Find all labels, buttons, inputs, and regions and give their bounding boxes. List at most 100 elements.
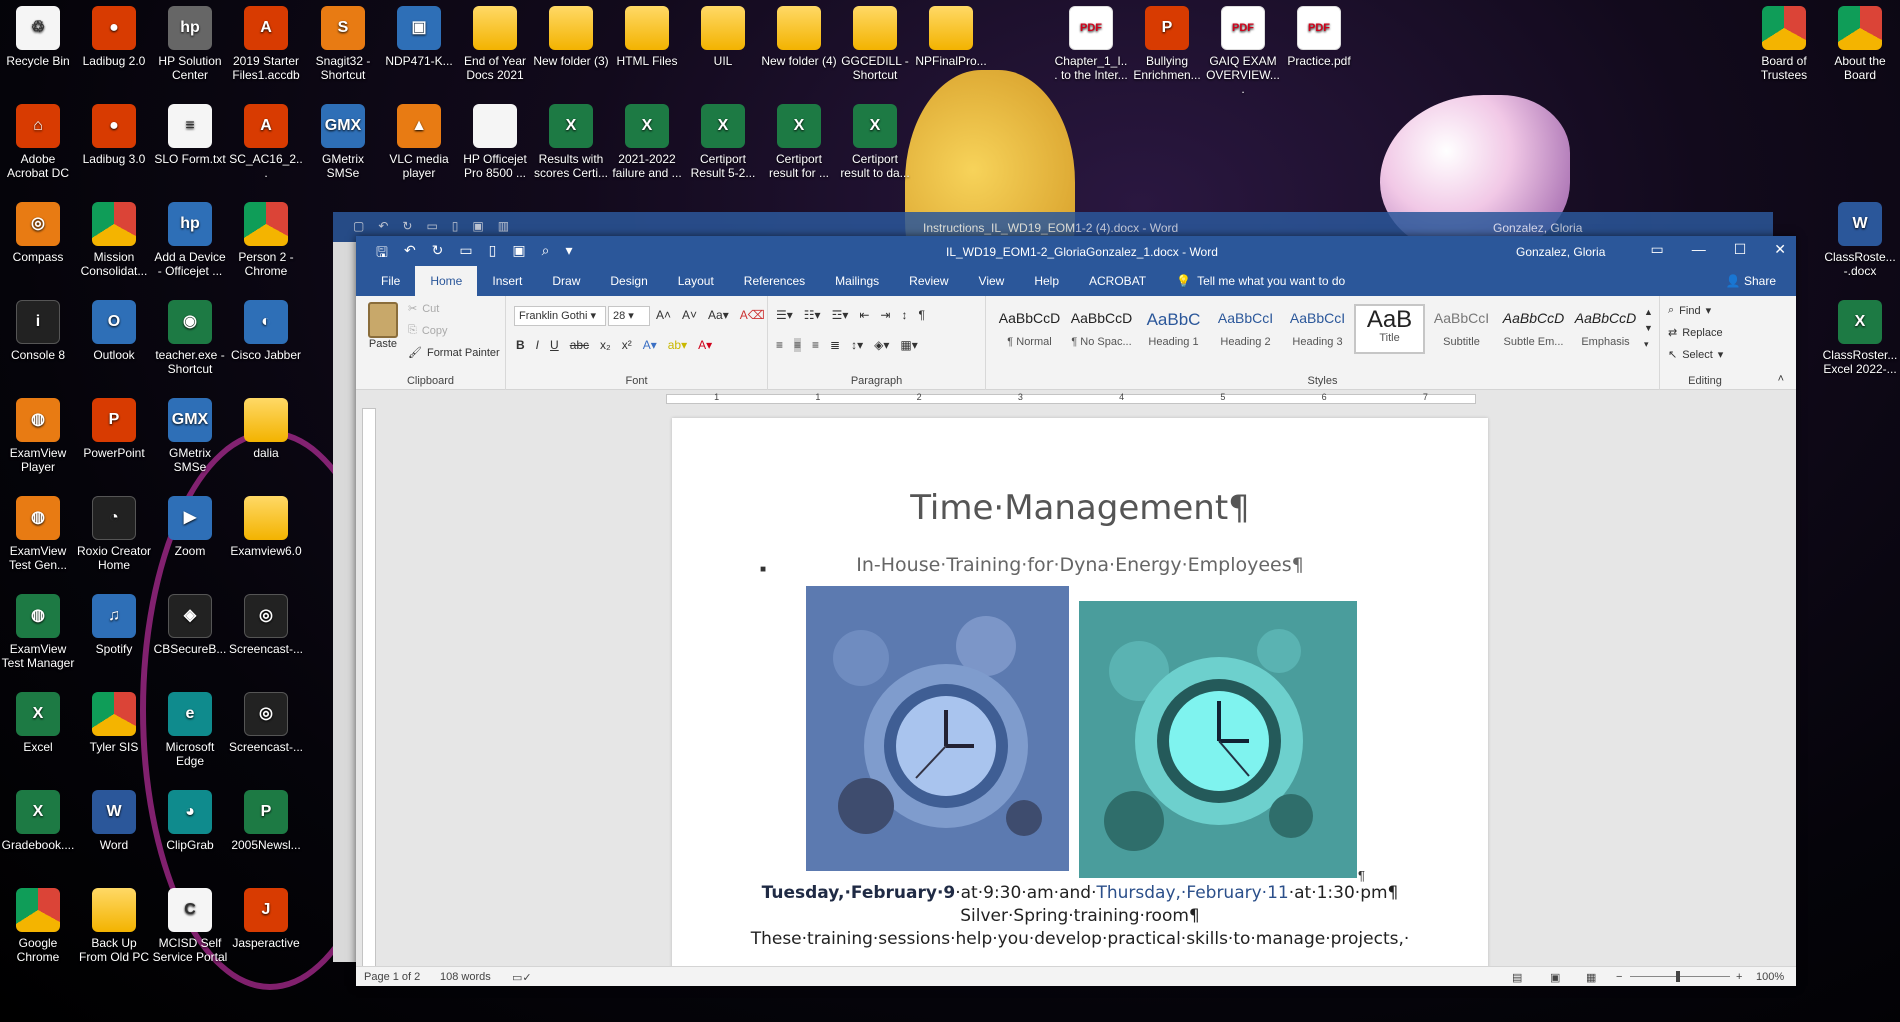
desktop-shortcut[interactable]: PDF Chapter_1_I... to the Inter...	[1053, 0, 1129, 82]
desktop-shortcut[interactable]: HTML Files	[609, 0, 685, 68]
tab-file[interactable]: File	[366, 266, 415, 296]
document-subtitle[interactable]: In-House·Training·for·Dyna·Energy·Employ…	[672, 554, 1488, 576]
desktop-shortcut[interactable]: ● Ladibug 3.0	[76, 98, 152, 166]
undo-icon[interactable]: ↶	[404, 242, 416, 266]
desktop-shortcut[interactable]: ◍ ExamView Player	[0, 392, 76, 474]
open-icon[interactable]: ▭	[459, 242, 472, 266]
proofing-icon[interactable]: ▭✓	[512, 971, 532, 984]
desktop-shortcut[interactable]: ◎ Screencast-...	[228, 588, 304, 656]
desktop-shortcut[interactable]: PDF GAIQ EXAM OVERVIEW....	[1205, 0, 1281, 96]
show-marks-icon[interactable]: ¶	[918, 308, 924, 322]
desktop-shortcut[interactable]: ● Ladibug 2.0	[76, 0, 152, 68]
print-icon[interactable]: ▣	[512, 242, 525, 266]
share-button[interactable]: 👤 Share	[1726, 266, 1776, 296]
ribbon-display-icon[interactable]: ▭	[1650, 241, 1663, 258]
zoom-out-icon[interactable]: −	[1616, 971, 1622, 983]
desktop-shortcut[interactable]: W ClassRoste... -.docx	[1822, 196, 1898, 278]
desktop-shortcut[interactable]: ◈ CBSecureB...	[152, 588, 228, 656]
tab-home[interactable]: Home	[415, 266, 478, 296]
sort-icon[interactable]: ↕	[901, 308, 907, 322]
style-emphasis[interactable]: AaBbCcD Emphasis	[1570, 304, 1641, 354]
desktop-shortcut[interactable]: S Snagit32 - Shortcut	[305, 0, 381, 82]
highlight-icon[interactable]: ab▾	[668, 338, 687, 352]
zoom-in-icon[interactable]: +	[1736, 971, 1742, 983]
italic-icon[interactable]: I	[536, 338, 539, 352]
clock-gears-image-right[interactable]	[1079, 601, 1357, 878]
desktop-shortcut[interactable]: ◉ teacher.exe - Shortcut	[152, 294, 228, 376]
desktop-shortcut[interactable]: Mission Consolidat...	[76, 196, 152, 278]
underline-icon[interactable]: U	[550, 338, 559, 352]
desktop-shortcut[interactable]: ◐ Cisco Jabber	[228, 294, 304, 362]
desktop-shortcut[interactable]: e Microsoft Edge	[152, 686, 228, 768]
maximize-icon[interactable]: ☐	[1734, 241, 1747, 258]
desktop-shortcut[interactable]: X Gradebook....	[0, 784, 76, 852]
align-center-icon[interactable]: ≡	[794, 338, 802, 352]
style-subtle-em[interactable]: AaBbCcD Subtle Em...	[1498, 304, 1569, 354]
desktop-shortcut[interactable]: ▣ NDP471-K...	[381, 0, 457, 68]
close-icon[interactable]: ✕	[1774, 241, 1786, 258]
new-document-icon[interactable]: ▯	[489, 242, 497, 266]
zoom-slider[interactable]	[1630, 976, 1730, 977]
desktop-shortcut[interactable]: X 2021-2022 failure and ...	[609, 98, 685, 180]
desktop-shortcut[interactable]: C MCISD Self Service Portal	[152, 882, 228, 964]
multilevel-list-icon[interactable]: ☲▾	[832, 308, 849, 322]
desktop-shortcut[interactable]: ⌂ Adobe Acrobat DC	[0, 98, 76, 180]
shading-icon[interactable]: ◈▾	[874, 338, 889, 352]
desktop-shortcut[interactable]: HP Officejet Pro 8500 ...	[457, 98, 533, 180]
location-line[interactable]: Silver·Spring·training·room¶	[672, 906, 1488, 926]
desktop-shortcut[interactable]: ◎ Screencast-...	[228, 686, 304, 754]
desktop-shortcut[interactable]: Person 2 - Chrome	[228, 196, 304, 278]
desktop-shortcut[interactable]: ◎ Compass	[0, 196, 76, 264]
align-right-icon[interactable]: ≡	[812, 338, 819, 352]
desktop-shortcut[interactable]: X Certiport result to da...	[837, 98, 913, 180]
desktop-shortcut[interactable]: End of Year Docs 2021	[457, 0, 533, 82]
desktop-shortcut[interactable]: PDF Practice.pdf	[1281, 0, 1357, 68]
session-dates-line[interactable]: Tuesday,·February·9·at·9:30·am·and·Thurs…	[672, 883, 1488, 903]
tab-help[interactable]: Help	[1019, 266, 1074, 296]
desktop-shortcut[interactable]: New folder (3)	[533, 0, 609, 68]
desktop-shortcut[interactable]: New folder (4)	[761, 0, 837, 68]
desktop-shortcut[interactable]: X ClassRoster... Excel 2022-...	[1822, 294, 1898, 376]
replace-button[interactable]: ⇄ Replace	[1668, 326, 1723, 340]
tab-acrobat[interactable]: ACROBAT	[1074, 266, 1161, 296]
desktop-shortcut[interactable]: Examview6.0	[228, 490, 304, 558]
tab-insert[interactable]: Insert	[477, 266, 537, 296]
document-page[interactable]: Time·Management¶ ■ In-House·Training·for…	[672, 418, 1488, 968]
customize-toolbar-icon[interactable]: ▾	[565, 242, 572, 266]
style-heading-1[interactable]: AaBbC Heading 1	[1138, 304, 1209, 354]
desktop-shortcut[interactable]: P 2005Newsl...	[228, 784, 304, 852]
bold-icon[interactable]: B	[516, 338, 525, 352]
word-count[interactable]: 108 words	[440, 971, 491, 983]
desktop-shortcut[interactable]: X Certiport Result 5-2...	[685, 98, 761, 180]
borders-icon[interactable]: ▦▾	[900, 338, 917, 352]
desktop-shortcut[interactable]: dalia	[228, 392, 304, 460]
clock-gears-image-left[interactable]	[806, 586, 1069, 871]
copy-button[interactable]: ⎘ Copy	[408, 324, 448, 337]
style-no-spac[interactable]: AaBbCcD ¶ No Spac...	[1066, 304, 1137, 354]
strikethrough-icon[interactable]: abc	[570, 338, 589, 352]
desktop-shortcut[interactable]: A 2019 Starter Files1.accdb	[228, 0, 304, 82]
styles-scroll[interactable]: ▲ ▼ ▾	[1644, 304, 1653, 352]
print-layout-icon[interactable]: ▣	[1550, 971, 1560, 984]
font-size-box[interactable]: 28 ▾	[608, 306, 650, 326]
zoom-level[interactable]: 100%	[1756, 971, 1784, 983]
align-left-icon[interactable]: ≡	[776, 338, 783, 352]
tab-view[interactable]: View	[964, 266, 1020, 296]
justify-icon[interactable]: ≣	[830, 338, 840, 352]
save-icon[interactable]: 🖫	[376, 242, 388, 266]
collapse-ribbon-icon[interactable]: ˄	[1778, 373, 1784, 385]
style-heading-2[interactable]: AaBbCcI Heading 2	[1210, 304, 1281, 354]
format-painter-button[interactable]: 🖌 Format Painter	[408, 346, 500, 360]
body-paragraph[interactable]: These·training·sessions·help·you·develop…	[672, 929, 1488, 949]
user-name[interactable]: Gonzalez, Gloria	[1516, 245, 1605, 259]
subscript-icon[interactable]: x₂	[600, 338, 611, 352]
desktop-shortcut[interactable]: ≡ SLO Form.txt	[152, 98, 228, 166]
read-mode-icon[interactable]: ▤	[1512, 971, 1522, 984]
desktop-shortcut[interactable]: ♫ Spotify	[76, 588, 152, 656]
desktop-shortcut[interactable]: ◍ ExamView Test Manager	[0, 588, 76, 670]
tab-layout[interactable]: Layout	[663, 266, 729, 296]
grow-font-icon[interactable]: A˄	[656, 308, 671, 322]
desktop-shortcut[interactable]: X Certiport result for ...	[761, 98, 837, 180]
web-layout-icon[interactable]: ▦	[1586, 971, 1596, 984]
vertical-ruler[interactable]	[362, 408, 376, 968]
